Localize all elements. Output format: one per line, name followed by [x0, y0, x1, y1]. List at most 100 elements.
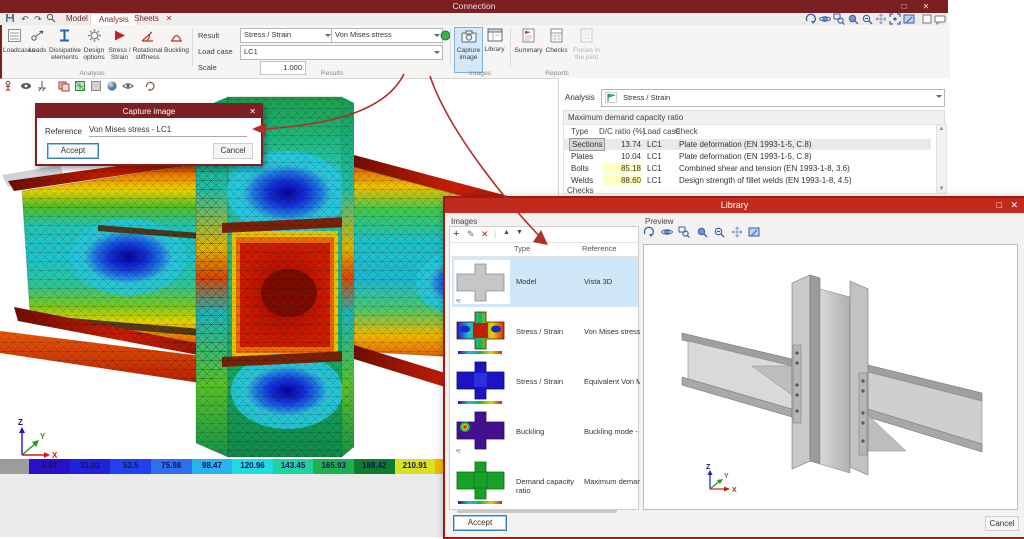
col-type[interactable]: Type [571, 127, 588, 136]
library-item-buckling[interactable]: Buckling Buckling mode - LC1 - 1 [8.871] [452, 407, 638, 458]
preview-canvas[interactable]: Z Y X [643, 244, 1018, 510]
library-col-reference[interactable]: Reference [582, 244, 617, 253]
delete-icon[interactable]: ✕ [481, 229, 489, 240]
load-case-combo[interactable]: LC1 [240, 45, 443, 60]
stress-strain-button[interactable]: Stress / Strain [108, 27, 131, 71]
table-row[interactable]: Plates 10.04 LC1 Plate deformation (EN 1… [563, 151, 931, 162]
disabled-doc-icon [570, 28, 603, 45]
design-options-button[interactable]: Design options [81, 27, 107, 71]
dissipative-elements-button[interactable]: Dissipative elements [49, 27, 80, 71]
cancel-button[interactable]: Cancel [213, 143, 253, 159]
library-item-model[interactable]: Model Vista 3D [452, 257, 638, 308]
pan-icon[interactable] [731, 226, 744, 239]
scale-segment: 165.93 [313, 459, 354, 474]
axis-triad: Z Y X [18, 418, 58, 459]
buckling-button[interactable]: Buckling [164, 27, 189, 71]
deformed-shape-icon[interactable] [20, 80, 33, 93]
dcr-thumbnail [454, 460, 510, 504]
horizontal-scrollbar[interactable] [457, 510, 617, 513]
close-project-icon[interactable]: ✕ [163, 13, 175, 25]
summary-button[interactable]: Summary [514, 27, 543, 71]
preview-panel-label: Preview [645, 217, 673, 226]
supports-icon[interactable] [36, 80, 49, 93]
loads-button[interactable]: Loads [27, 27, 48, 71]
visibility-icon[interactable] [122, 80, 135, 93]
zoom-dynamic-icon[interactable] [696, 226, 709, 239]
result-type-combo[interactable]: Stress / Strain [240, 28, 334, 43]
screenshot-icon[interactable] [748, 226, 761, 239]
images-group-label: Images [454, 70, 506, 77]
axis-z-label: Z [18, 418, 23, 427]
highlighted-ratio-cell: 88.60 [603, 175, 641, 186]
sphere-icon[interactable] [106, 80, 119, 93]
scale-segment: 210.91 [395, 459, 436, 474]
add-icon[interactable]: + [453, 228, 459, 240]
images-list-panel: + ✎ ✕ | ▲ ▼ Type Reference Model Vista 3… [449, 226, 639, 510]
zoom-window-icon[interactable] [678, 226, 691, 239]
search-icon[interactable] [45, 13, 57, 25]
maximize-icon[interactable]: □ [997, 198, 1002, 213]
plates-icon[interactable] [58, 80, 71, 93]
analysis-group-label: Analysis [42, 70, 142, 77]
solid-icon[interactable] [90, 80, 103, 93]
mesh-icon[interactable] [74, 80, 87, 93]
scale-label: Scale [198, 63, 217, 72]
rotational-stiffness-button[interactable]: Rotational stiffness [132, 27, 163, 71]
table-row[interactable]: Welds 88.60 LC1 Design strength of fille… [563, 175, 931, 186]
analysis-combo[interactable]: Stress / Strain [601, 89, 945, 107]
checks-button[interactable]: Checks [544, 27, 569, 71]
accept-button[interactable]: Accept [47, 143, 99, 159]
camera-icon [455, 29, 482, 45]
maximize-icon[interactable]: □ [896, 1, 912, 12]
result-value-combo[interactable]: Von Mises stress [331, 28, 443, 43]
axis-x-label: X [52, 451, 58, 459]
reports-group-label: Reports [522, 70, 592, 77]
gear-icon [81, 28, 107, 45]
rotate-view-icon[interactable] [643, 226, 656, 239]
checks-doc-icon [544, 28, 569, 45]
reference-input[interactable]: Von Mises stress - LC1 [89, 124, 247, 137]
library-item-deformation[interactable]: Stress / Strain Equivalent Von Mises def… [452, 357, 638, 408]
move-up-icon[interactable]: ▲ [503, 229, 510, 236]
results-group-label: Results [292, 70, 372, 77]
model-thumbnail [454, 260, 510, 304]
move-down-icon[interactable]: ▼ [516, 229, 523, 236]
member-icon[interactable] [4, 80, 17, 93]
table-row[interactable]: Sections 13.74 LC1 Plate deformation (EN… [563, 139, 931, 150]
col-check[interactable]: Check [675, 127, 698, 136]
dcr-section-header[interactable]: Maximum demand capacity ratio [563, 110, 945, 125]
close-icon[interactable]: ✕ [918, 1, 934, 12]
flag-icon [605, 92, 617, 108]
loadcases-button[interactable]: Loadcases [3, 27, 26, 71]
col-ratio[interactable]: D/C ratio (%) [599, 127, 645, 136]
close-icon[interactable]: ✕ [249, 105, 256, 118]
tab-sheets[interactable]: Sheets [126, 13, 167, 25]
save-icon[interactable] [4, 13, 16, 25]
orbit-icon[interactable] [661, 226, 674, 239]
scale-segment: 120.96 [232, 459, 273, 474]
group-separator [510, 28, 511, 66]
cancel-button[interactable]: Cancel [985, 516, 1019, 531]
library-item-dcr[interactable]: Demand capacity ratio Maximum demand cap… [452, 457, 638, 507]
loads-icon [27, 28, 48, 45]
table-scrollbar[interactable]: ▲ ▼ [936, 124, 947, 194]
redraw-icon[interactable] [144, 80, 157, 93]
zoom-out-icon[interactable] [713, 226, 726, 239]
undo-icon[interactable]: ↶ [19, 13, 31, 25]
window-title: Connection [0, 1, 948, 11]
next-section-label[interactable]: Checks [567, 186, 594, 195]
capture-image-button[interactable]: Capture image [454, 27, 483, 73]
axis-y-label: Y [40, 432, 46, 441]
images-panel-label: Images [451, 217, 477, 226]
edit-icon[interactable]: ✎ [467, 229, 475, 240]
scale-segment: 31.01 [70, 459, 111, 474]
redo-icon[interactable]: ↷ [32, 13, 44, 25]
table-row[interactable]: Bolts 85.18 LC1 Combined shear and tensi… [563, 163, 931, 174]
accept-button[interactable]: Accept [453, 515, 507, 531]
library-col-type[interactable]: Type [514, 244, 530, 253]
library-button[interactable]: Library [483, 27, 506, 71]
close-icon[interactable]: ✕ [1010, 198, 1018, 213]
library-item-stress[interactable]: Stress / Strain Von Mises stress - LC1 [452, 307, 638, 358]
analysis-combo-label: Analysis [565, 93, 595, 102]
buckling-icon [164, 28, 189, 45]
